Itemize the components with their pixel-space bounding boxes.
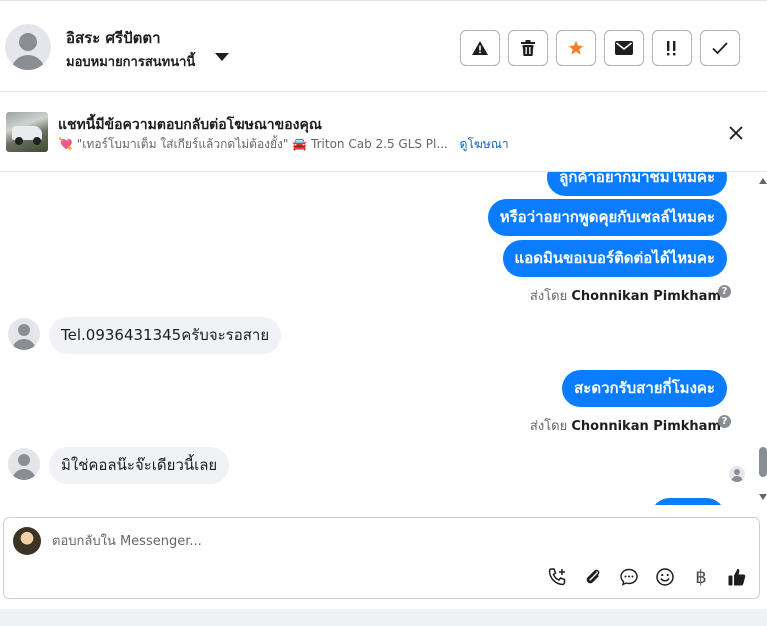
outgoing-message[interactable]: หรือว่าอยากพูดคุยกับเซลล์ไหมคะ [487,199,727,236]
star-button[interactable] [556,30,596,66]
outgoing-message[interactable]: ลูกค้าอยากมาชมไหมคะ [547,172,727,196]
seen-avatar [729,466,745,482]
star-icon [568,40,584,55]
checkmark-icon [712,42,728,55]
add-call-icon[interactable] [546,566,568,588]
warning-icon [472,41,488,55]
exclamation-icon [667,41,676,56]
outgoing-message[interactable]: แอดมินขอเบอร์ติดต่อได้ไหมคะ [502,240,727,277]
thumbs-up-icon[interactable] [726,566,748,588]
reply-input[interactable] [52,530,702,552]
heart-icon: 💘 [58,137,73,151]
reply-composer: ฿ [3,517,760,599]
message-list[interactable]: ลูกค้าอยากมาชมไหมคะ หรือว่าอยากพูดคุยกับ… [0,172,760,505]
incoming-message[interactable]: Tel.0936431345ครับจะรอสาย [49,317,282,354]
conversation-header: อิสระ ศรีปัตตา มอบหมายการสนทนานี้ [0,0,767,92]
sent-by-label: ส่งโดย Chonnikan Pimkham [529,289,721,304]
assign-conversation-label[interactable]: มอบหมายการสนทนานี้ [66,51,195,72]
car-icon: 🚘 [292,137,308,151]
contact-avatar-small[interactable] [8,318,40,350]
envelope-icon [615,41,633,55]
scroll-up-arrow[interactable] [759,178,767,184]
my-avatar [13,527,41,555]
ad-quote: "เทอร์โบมาเต็ม ใส่เกียร์แล้วกดไม่ต้องยั้… [76,137,289,151]
report-spam-button[interactable] [460,30,500,66]
ad-vehicle-name: Triton Cab 2.5 GLS Pl... [311,137,448,151]
help-icon[interactable]: ? [718,415,731,428]
ad-thumbnail[interactable] [6,112,48,152]
emoji-icon[interactable] [654,566,676,588]
delete-button[interactable] [508,30,548,66]
payment-baht-icon[interactable]: ฿ [690,566,712,588]
messenger-thread-panel: อิสระ ศรีปัตตา มอบหมายการสนทนานี้ แชทนี้… [0,0,767,626]
contact-name[interactable]: อิสระ ศรีปัตตา [66,26,161,50]
mark-done-button[interactable] [700,30,740,66]
saved-reply-icon[interactable] [618,566,640,588]
outgoing-message-partial[interactable] [651,498,725,505]
help-icon[interactable]: ? [718,285,731,298]
scrollbar-thumb[interactable] [759,447,767,477]
scroll-down-arrow[interactable] [759,494,767,500]
ad-banner-title: แชทนี้มีข้อความตอบกลับต่อโฆษณาของคุณ [58,117,322,133]
contact-avatar-small[interactable] [8,448,40,480]
mark-unread-button[interactable] [604,30,644,66]
sent-by-label: ส่งโดย Chonnikan Pimkham [529,419,721,434]
trash-icon [521,40,535,56]
contact-avatar[interactable] [5,24,51,70]
view-ad-link[interactable]: ดูโฆษณา [460,137,509,151]
attachment-icon[interactable] [582,566,604,588]
outgoing-message[interactable]: สะดวกรับสายกี่โมงคะ [562,370,727,407]
footer-strip [0,609,767,626]
chevron-down-icon[interactable] [215,53,229,61]
follow-up-button[interactable] [652,30,692,66]
ad-banner-subtitle: 💘 "เทอร์โบมาเต็ม ใส่เกียร์แล้วกดไม่ต้องย… [58,135,509,154]
incoming-message[interactable]: มิใช่คอลน๊ะจ๊ะเดียวนี้เลย [49,447,230,484]
ad-reply-banner: แชทนี้มีข้อความตอบกลับต่อโฆษณาของคุณ 💘 "… [0,92,767,172]
close-icon[interactable] [725,122,747,144]
